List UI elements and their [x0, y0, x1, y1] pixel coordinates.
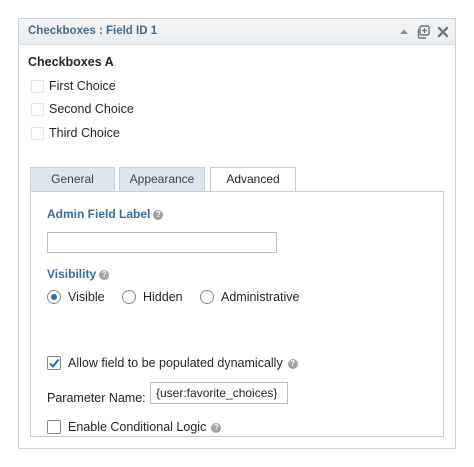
duplicate-icon[interactable] [415, 24, 431, 40]
choice-label: First Choice [49, 79, 116, 93]
help-icon[interactable]: ? [153, 210, 164, 220]
tab-general[interactable]: General [30, 167, 115, 191]
choice-checkbox[interactable] [31, 80, 44, 93]
parameter-name-label: Parameter Name: [47, 391, 146, 405]
delete-x-icon[interactable] [435, 24, 451, 40]
admin-field-label-input[interactable] [47, 232, 277, 253]
checkbox-label: Enable Conditional Logic? [68, 420, 222, 434]
choice-checkbox[interactable] [31, 103, 44, 116]
help-icon[interactable]: ? [211, 423, 222, 433]
visibility-heading: Visibility? [47, 267, 110, 281]
choice-checkbox[interactable] [31, 127, 44, 140]
conditional-label-text: Enable Conditional Logic [68, 420, 207, 434]
field-settings-panel: Checkboxes : Field ID 1 Checkboxes A Fir… [18, 18, 456, 449]
radio-button[interactable] [47, 290, 61, 304]
radio-label: Visible [68, 290, 105, 304]
tab-advanced[interactable]: Advanced [210, 167, 296, 192]
radio-label: Administrative [221, 290, 300, 304]
choice-label: Third Choice [49, 126, 120, 140]
dynamic-label-text: Allow field to be populated dynamically [68, 356, 283, 370]
check-icon [49, 358, 60, 369]
choice-label: Second Choice [49, 102, 134, 116]
checkbox[interactable] [47, 420, 61, 434]
radio-button[interactable] [200, 290, 214, 304]
radio-label: Hidden [143, 290, 183, 304]
checkbox-label: Allow field to be populated dynamically? [68, 356, 298, 370]
admin-field-label-heading: Admin Field Label? [47, 207, 164, 221]
checkbox[interactable] [47, 356, 61, 370]
tab-appearance[interactable]: Appearance [119, 167, 205, 191]
collapse-arrow-icon[interactable] [396, 24, 412, 40]
field-label: Checkboxes A [28, 55, 114, 69]
parameter-name-input[interactable] [150, 382, 288, 404]
panel-title: Checkboxes : Field ID 1 [28, 25, 158, 37]
advanced-tab-content: Admin Field Label? Visibility? Visible H… [30, 191, 444, 437]
help-icon[interactable]: ? [99, 270, 110, 280]
radio-button[interactable] [122, 290, 136, 304]
admin-field-label-text: Admin Field Label [47, 207, 151, 221]
help-icon[interactable]: ? [287, 359, 298, 369]
panel-header: Checkboxes : Field ID 1 [19, 19, 455, 45]
visibility-text: Visibility [47, 267, 97, 281]
